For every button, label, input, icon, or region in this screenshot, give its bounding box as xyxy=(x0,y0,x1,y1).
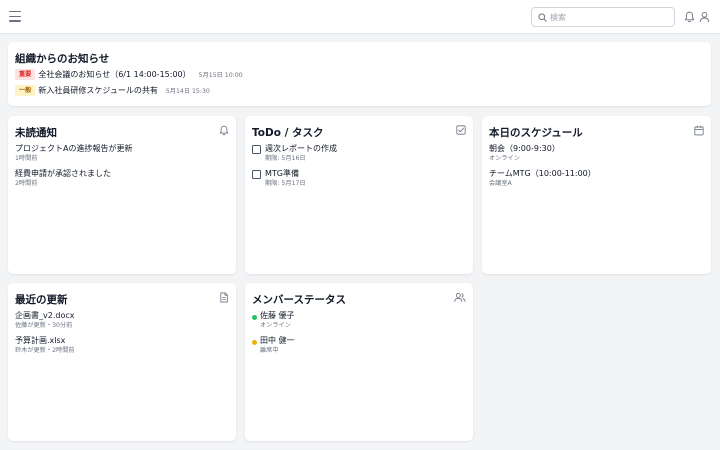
schedule-item-title: チームMTG（10:00-11:00） xyxy=(489,169,596,178)
announcements-title: 組織からのお知らせ xyxy=(15,53,110,65)
notification-time: 2時間前 xyxy=(15,180,38,187)
schedule-item-location: 会議室A xyxy=(489,180,512,187)
menu-icon[interactable] xyxy=(9,11,21,22)
schedule-card: 本日のスケジュール 朝会（9:00-9:30） オンライン チームMTG（10:… xyxy=(482,116,711,274)
todo-checkbox[interactable] xyxy=(252,170,261,179)
members-title: メンバーステータス xyxy=(252,294,346,306)
updates-card: 最近の更新 企画書_v2.docx 佐藤が更新・30分前 予算計画.xlsx 鈴… xyxy=(8,283,236,441)
todo-item-title: MTG準備 xyxy=(265,169,299,178)
schedule-item[interactable]: 朝会（9:00-9:30） オンライン xyxy=(489,144,560,163)
todo-item-deadline: 期限: 5月16日 xyxy=(265,155,306,162)
tag-important: 重要 xyxy=(15,69,36,80)
notifications-title: 未読通知 xyxy=(15,127,57,139)
todo-item: 週次レポートの作成 期限: 5月16日 xyxy=(252,144,337,163)
search-icon xyxy=(538,12,547,22)
update-meta: 鈴木が更新・2時間前 xyxy=(15,347,75,354)
members-card: メンバーステータス 佐藤 優子 オンライン 田中 健一 離席中 xyxy=(245,283,473,441)
bell-icon xyxy=(219,125,229,136)
notification-time: 1時間前 xyxy=(15,155,38,162)
announcement-item[interactable]: 重要 全社会議のお知らせ（6/1 14:00-15:00） 5月15日 10:00 xyxy=(15,69,243,81)
update-item[interactable]: 企画書_v2.docx 佐藤が更新・30分前 xyxy=(15,311,74,330)
announcement-item[interactable]: 一般 新入社員研修スケジュールの共有 5月14日 15:30 xyxy=(15,85,210,97)
member-name: 佐藤 優子 xyxy=(260,311,295,320)
todo-checkbox[interactable] xyxy=(252,145,261,154)
notification-title: プロジェクトAの進捗報告が更新 xyxy=(15,144,133,153)
member-item[interactable]: 田中 健一 離席中 xyxy=(252,336,295,355)
status-dot-online xyxy=(252,314,257,320)
users-icon xyxy=(454,293,466,302)
status-dot-away xyxy=(252,339,257,345)
update-file-name: 企画書_v2.docx xyxy=(15,311,75,320)
todo-item-deadline: 期限: 5月17日 xyxy=(265,180,306,187)
notification-item[interactable]: 経費申請が承認されました 2時間前 xyxy=(15,169,111,188)
schedule-item[interactable]: チームMTG（10:00-11:00） 会議室A xyxy=(489,169,596,188)
search-input[interactable] xyxy=(550,10,670,25)
announcement-date: 5月15日 10:00 xyxy=(198,72,243,79)
schedule-item-location: オンライン xyxy=(489,155,520,162)
schedule-item-title: 朝会（9:00-9:30） xyxy=(489,144,560,153)
notifications-card: 未読通知 プロジェクトAの進捗報告が更新 1時間前 経費申請が承認されました 2… xyxy=(8,116,236,274)
todo-card: ToDo / タスク 週次レポートの作成 期限: 5月16日 MTG準備 期限:… xyxy=(245,116,473,274)
top-bar xyxy=(0,0,720,34)
notification-item[interactable]: プロジェクトAの進捗報告が更新 1時間前 xyxy=(15,144,132,163)
todo-title: ToDo / タスク xyxy=(252,127,324,139)
update-item[interactable]: 予算計画.xlsx 鈴木が更新・2時間前 xyxy=(15,336,75,355)
search-box[interactable] xyxy=(531,7,675,27)
member-item[interactable]: 佐藤 優子 オンライン xyxy=(252,311,295,330)
schedule-title: 本日のスケジュール xyxy=(489,127,583,139)
update-meta: 佐藤が更新・30分前 xyxy=(15,322,73,329)
announcement-text: 新入社員研修スケジュールの共有 xyxy=(38,86,158,95)
todo-item: MTG準備 期限: 5月17日 xyxy=(252,169,306,188)
user-icon[interactable] xyxy=(699,11,710,23)
announcements-card: 組織からのお知らせ 重要 全社会議のお知らせ（6/1 14:00-15:00） 5月… xyxy=(8,42,711,106)
calendar-icon xyxy=(694,125,704,136)
bell-icon[interactable] xyxy=(684,11,695,23)
updates-title: 最近の更新 xyxy=(15,294,68,306)
notification-title: 経費申請が承認されました xyxy=(15,169,111,178)
update-file-name: 予算計画.xlsx xyxy=(15,336,66,345)
announcement-text: 全社会議のお知らせ（6/1 14:00-15:00） xyxy=(38,70,191,79)
member-status: オンライン xyxy=(260,322,291,329)
checkbox-icon xyxy=(456,125,466,135)
todo-item-title: 週次レポートの作成 xyxy=(265,144,337,153)
announcement-date: 5月14日 15:30 xyxy=(165,88,210,95)
document-icon xyxy=(220,292,228,303)
member-name: 田中 健一 xyxy=(260,336,295,345)
tag-general: 一般 xyxy=(15,85,36,96)
member-status: 離席中 xyxy=(260,347,279,354)
